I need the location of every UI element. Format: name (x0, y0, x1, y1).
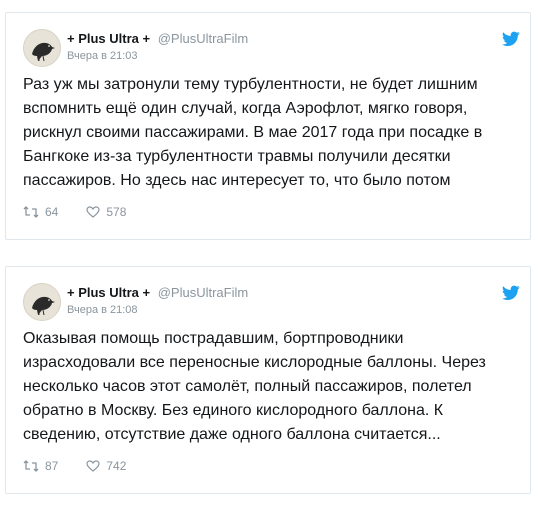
tweet-card[interactable]: + Plus Ultra + @PlusUltraFilm Вчера в 21… (5, 12, 531, 240)
display-name[interactable]: + Plus Ultra + (67, 285, 150, 300)
tweet-text-line: израсходовали все переносные кислородные… (23, 354, 486, 371)
tweet-text-line: Бангкоке из-за турбулентности травмы пол… (23, 148, 451, 165)
tweet-text-line: обратно в Москву. Без единого кислородно… (23, 402, 444, 419)
timestamp[interactable]: Вчера в 21:08 (67, 304, 138, 316)
retweet-icon (23, 206, 39, 218)
tweet-text-line: несколько часов этот самолёт, полный пас… (23, 378, 472, 395)
display-name[interactable]: + Plus Ultra + (67, 31, 150, 46)
retweet-button[interactable]: 87 (23, 459, 58, 473)
tweet-text-line: Оказывая помощь пострадавшим, бортпровод… (23, 330, 404, 347)
avatar[interactable] (23, 283, 61, 321)
like-button[interactable]: 742 (86, 459, 126, 473)
user-handle[interactable]: @PlusUltraFilm (158, 285, 248, 300)
twitter-bird-icon[interactable] (502, 31, 520, 47)
like-count: 742 (106, 459, 127, 473)
like-count: 578 (106, 205, 127, 219)
twitter-bird-icon[interactable] (502, 285, 520, 301)
user-handle[interactable]: @PlusUltraFilm (158, 31, 248, 46)
tweet-text-line: вспомнить ещё один случай, когда Аэрофло… (23, 100, 468, 117)
tweet-actions: 64 578 (23, 205, 154, 219)
tweet-text-line: сведению, отсутствие даже одного баллона… (23, 426, 441, 443)
retweet-count: 64 (45, 205, 59, 219)
tweet-text-line: пассажиров. Но здесь нас интересует то, … (23, 172, 451, 189)
heart-icon (86, 206, 100, 218)
retweet-button[interactable]: 64 (23, 205, 58, 219)
tweet-text: Раз уж мы затронули тему турбулентности,… (23, 73, 523, 193)
tweet-text-line: рискнул своими пассажирами. В мае 2017 г… (23, 124, 483, 141)
avatar[interactable] (23, 29, 61, 67)
tweet-actions: 87 742 (23, 459, 154, 473)
heart-icon (86, 460, 100, 472)
timestamp[interactable]: Вчера в 21:03 (67, 50, 138, 62)
tweet-card[interactable]: + Plus Ultra + @PlusUltraFilm Вчера в 21… (5, 266, 531, 494)
retweet-icon (23, 460, 39, 472)
like-button[interactable]: 578 (86, 205, 126, 219)
tweet-text: Оказывая помощь пострадавшим, бортпровод… (23, 327, 523, 447)
retweet-count: 87 (45, 459, 59, 473)
tweet-text-line: Раз уж мы затронули тему турбулентности,… (23, 76, 478, 93)
